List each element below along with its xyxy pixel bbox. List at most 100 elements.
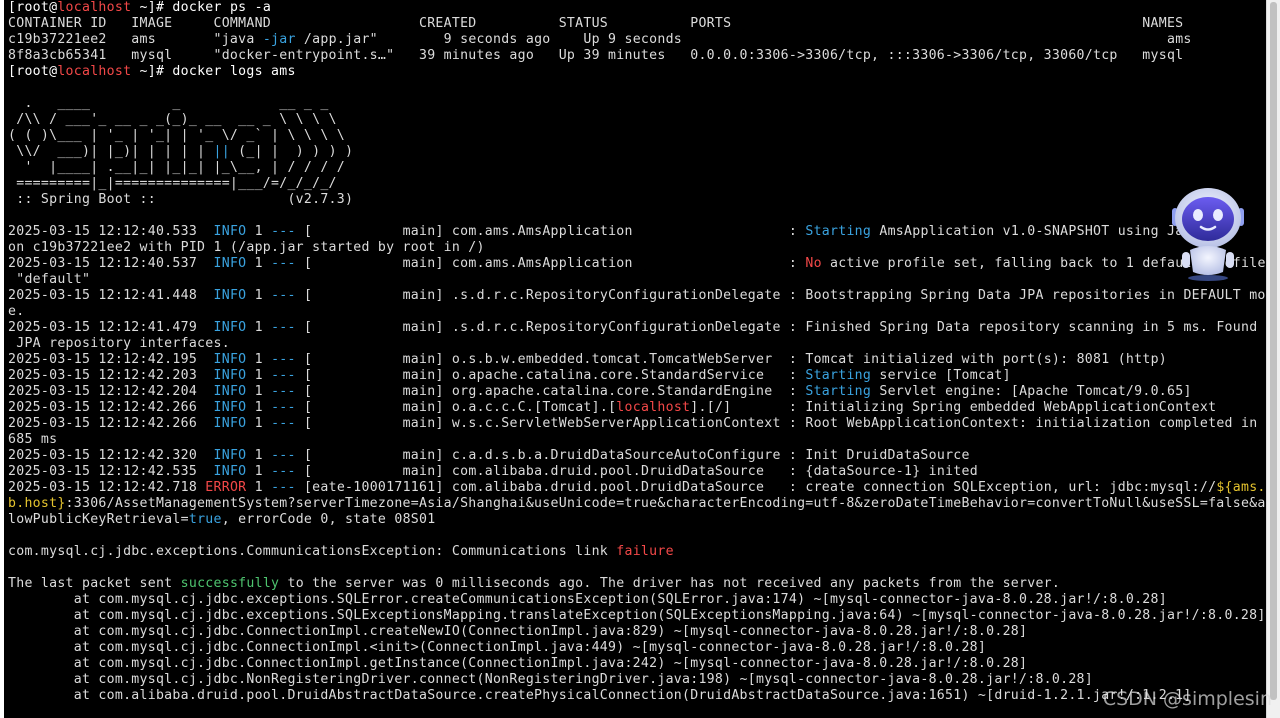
terminal-line: \\/ ___)| |_)| | | | | || (_| | ) ) ) ) [8,144,353,160]
terminal-text: INFO [213,288,247,303]
terminal-line: at com.alibaba.druid.pool.DruidAbstractD… [8,688,1192,704]
terminal-line: 8f8a3cb65341 mysql "docker-entrypoint.s…… [8,48,1183,64]
terminal-text: [ main] .s.d.r.c.RepositoryConfiguration… [295,288,1266,303]
terminal-text: [root@ [8,64,58,79]
terminal-text: 1 [246,416,272,431]
terminal-text: 8f8a3cb65341 mysql "docker-entrypoint.s…… [8,48,1184,63]
terminal-text: INFO [213,352,247,367]
terminal-text: Starting [805,224,872,239]
terminal-line: at com.mysql.cj.jdbc.ConnectionImpl.getI… [8,656,1027,672]
terminal-line: 2025-03-15 12:12:42.195 INFO 1 --- [ mai… [8,352,1167,368]
terminal-text: ${ams.d [1216,480,1266,495]
terminal-line: 2025-03-15 12:12:42.535 INFO 1 --- [ mai… [8,464,978,480]
terminal-text: "default" [8,272,91,287]
terminal-text: 1 [246,256,272,271]
terminal-text: INFO [213,256,247,271]
terminal-text: /app.jar" 9 seconds ago Up 9 seconds ams [295,32,1192,47]
terminal-line: =========|_|==============|___/=/_/_/_/ [8,176,337,192]
terminal-text: || [213,144,230,159]
terminal-line: 685 ms [8,432,57,448]
terminal-text: at com.alibaba.druid.pool.DruidAbstractD… [8,688,1192,703]
terminal-text: at com.mysql.cj.jdbc.ConnectionImpl.getI… [8,656,1028,671]
terminal-text: [ main] c.a.d.s.b.a.DruidDataSourceAutoC… [295,448,970,463]
terminal-text: 1 [246,368,272,383]
terminal-text: 2025-03-15 12:12:42.266 [8,400,214,415]
terminal-line: CONTAINER ID IMAGE COMMAND CREATED STATU… [8,16,1183,32]
terminal-text: service [Tomcat] [871,368,1011,383]
terminal-text: . ____ _ __ _ _ [8,96,329,111]
terminal-text: INFO [213,368,247,383]
terminal-line: at com.mysql.cj.jdbc.NonRegisteringDrive… [8,672,1093,688]
terminal-text: --- [271,464,296,479]
terminal-line: :: Spring Boot :: (v2.7.3) [8,192,353,208]
terminal-text: JPA repository interfaces. [8,336,230,351]
terminal-text: 2025-03-15 12:12:40.537 [8,256,214,271]
terminal-line: 2025-03-15 12:12:41.448 INFO 1 --- [ mai… [8,288,1266,304]
terminal-text: --- [271,448,296,463]
terminal-text: com.mysql.cj.jdbc.exceptions.Communicati… [8,544,617,559]
terminal-text: [ main] com.alibaba.druid.pool.DruidData… [295,464,978,479]
terminal-text: ~]# docker logs ams [131,64,296,79]
terminal-text: ~]# docker ps -a [131,0,272,15]
scrollbar-thumb[interactable] [1270,2,1277,700]
terminal-text: -jar [262,32,296,47]
terminal-text: CONTAINER ID IMAGE COMMAND CREATED STATU… [8,16,1184,31]
terminal-text: ERROR [205,480,247,495]
terminal-text: Starting [805,384,872,399]
terminal-text: --- [271,384,296,399]
terminal-text: c19b37221ee2 ams "java [8,32,263,47]
robot-icon-graphic [1172,188,1244,281]
terminal-text: [eate-1000171161] com.alibaba.druid.pool… [295,480,1217,495]
terminal-line: /\\ / ___'_ __ _ _(_)_ __ __ _ \ \ \ \ [8,112,337,128]
terminal-text: localhost [57,0,132,15]
terminal-text: [ main] o.s.b.w.embedded.tomcat.TomcatWe… [295,352,1168,367]
terminal-text: e. [8,304,25,319]
terminal-line: on c19b37221ee2 with PID 1 (/app.jar sta… [8,240,485,256]
terminal-line: at com.mysql.cj.jdbc.ConnectionImpl.crea… [8,624,1027,640]
terminal-line: 2025-03-15 12:12:42.203 INFO 1 --- [ mai… [8,368,1011,384]
terminal-line: 2025-03-15 12:12:42.320 INFO 1 --- [ mai… [8,448,970,464]
terminal-text: --- [271,480,296,495]
terminal-text: :3306/AssetManagementSystem?serverTimezo… [65,496,1266,511]
terminal-text: [ main] com.ams.AmsApplication : [295,256,806,271]
terminal-text: [ main] com.ams.AmsApplication : [295,224,806,239]
terminal-line: b.host}:3306/AssetManagementSystem?serve… [8,496,1266,512]
terminal-line: 2025-03-15 12:12:42.266 INFO 1 --- [ mai… [8,416,1266,432]
terminal-line: "default" [8,272,90,288]
terminal-text: 2025-03-15 12:12:42.204 [8,384,214,399]
terminal-text: at com.mysql.cj.jdbc.ConnectionImpl.<ini… [8,640,987,655]
terminal-text: 1 [246,464,272,479]
terminal-text: b.host} [8,496,66,511]
terminal-window[interactable]: [root@localhost ~]# docker ps -a CONTAINE… [4,0,1266,718]
terminal-line: at com.mysql.cj.jdbc.exceptions.SQLExcep… [8,608,1266,624]
terminal-line: [root@localhost ~]# docker ps -a [8,0,271,16]
terminal-line: 2025-03-15 12:12:42.266 INFO 1 --- [ mai… [8,400,1216,416]
terminal-text: INFO [213,224,247,239]
terminal-text: ].[/] : Initializing Spring embedded Web… [690,400,1217,415]
terminal-line: at com.mysql.cj.jdbc.exceptions.SQLError… [8,592,1167,608]
terminal-text: ' |____| .__|_| |_|_| |_\__, | / / / / [8,160,346,175]
terminal-text: (_| | ) ) ) ) [229,144,354,159]
terminal-text: , errorCode 0, state 08S01 [221,512,436,527]
terminal-text: :: Spring Boot :: (v2.7.3) [8,192,354,207]
terminal-text: at com.mysql.cj.jdbc.exceptions.SQLExcep… [8,608,1266,623]
csdn-watermark: CSDN @simplesin [1102,688,1272,710]
terminal-text: [ main] org.apache.catalina.core.Standar… [295,384,806,399]
terminal-text: --- [271,400,296,415]
terminal-text: 1 [246,400,272,415]
terminal-text: --- [271,256,296,271]
terminal-text: 2025-03-15 12:12:42.718 [8,480,206,495]
terminal-scrollbar[interactable] [1266,0,1280,718]
terminal-line: 2025-03-15 12:12:40.533 INFO 1 --- [ mai… [8,224,1200,240]
terminal-text: at com.mysql.cj.jdbc.exceptions.SQLError… [8,592,1167,607]
terminal-text: 2025-03-15 12:12:42.203 [8,368,214,383]
terminal-text: --- [271,416,296,431]
terminal-text: INFO [213,320,247,335]
terminal-line: 2025-03-15 12:12:41.479 INFO 1 --- [ mai… [8,320,1266,336]
terminal-text: localhost [616,400,691,415]
terminal-line: The last packet sent successfully to the… [8,576,1060,592]
terminal-text: --- [271,288,296,303]
terminal-text: 1 [246,288,272,303]
robot-assistant-icon[interactable] [1168,188,1248,284]
terminal-line: [root@localhost ~]# docker logs ams [8,64,296,80]
